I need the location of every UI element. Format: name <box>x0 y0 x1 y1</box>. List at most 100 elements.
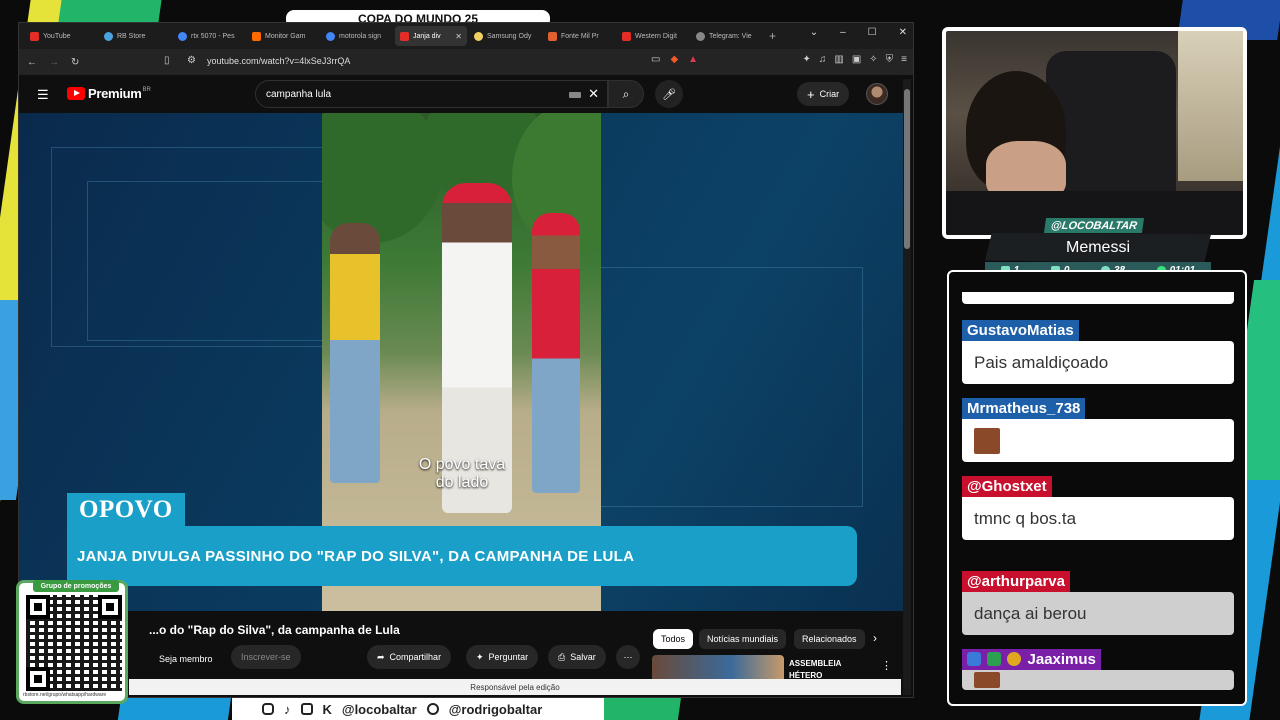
chat-panel: GustavoMatias Pais amaldiçoado Mrmatheus… <box>947 270 1247 706</box>
chat-message: @arthurparva dança ai berou <box>962 571 1234 635</box>
save-icon: ⎙ <box>558 651 566 662</box>
tab-favicon-icon <box>696 31 705 41</box>
chip-label: Relacionados <box>802 634 857 644</box>
more-actions-button[interactable]: ⋯ <box>616 645 640 669</box>
chat-username: @arthurparva <box>962 571 1070 592</box>
chat-text: Pais amaldiçoado <box>962 341 1234 384</box>
subscribe-button[interactable]: Inscrever-se <box>231 645 301 669</box>
qr-finder <box>26 667 50 691</box>
page-scrollbar[interactable] <box>903 79 911 695</box>
extensions-icon[interactable]: ✦ <box>802 54 810 65</box>
tab-favicon-icon <box>548 31 557 41</box>
browser-tab[interactable]: Samsung Ody <box>469 26 541 46</box>
url-field[interactable]: youtube.com/watch?v=4lxSeJ3rrQA <box>207 56 350 66</box>
news-headline: JANJA DIVULGA PASSINHO DO "RAP DO SILVA"… <box>67 526 857 586</box>
browser-tab-active[interactable]: Janja div ✕ <box>395 26 467 46</box>
new-tab-icon[interactable]: + <box>769 29 776 43</box>
voice-search-button[interactable]: 🎤︎ <box>655 80 683 108</box>
browser-tab[interactable]: Telegram: Vie <box>691 26 763 46</box>
instagram-icon <box>262 703 274 715</box>
tab-label: rtx 5070 - Pes <box>191 32 235 40</box>
menu-icon[interactable]: ≡ <box>901 54 907 65</box>
chat-body <box>962 670 1234 690</box>
cast-icon[interactable]: ▭ <box>651 54 660 65</box>
webcam-feed <box>942 27 1247 239</box>
browser-tab[interactable]: RB Store <box>99 26 171 46</box>
video-title: ...o do "Rap do Silva", da campanha de L… <box>149 623 400 637</box>
qr-promo: Grupo de promoções rbstore.net/grupo/wha… <box>16 580 128 704</box>
tab-label: RB Store <box>117 32 146 40</box>
ask-label: Perguntar <box>488 652 529 662</box>
back-icon[interactable]: ← <box>27 57 37 68</box>
brave-shield-icon[interactable]: ◆ <box>670 54 678 65</box>
wallet-icon[interactable]: ▣ <box>852 54 861 65</box>
rewards-icon[interactable]: ▲ <box>688 54 698 65</box>
tab-label: Samsung Ody <box>487 32 532 40</box>
logo-text: Premium <box>88 86 142 101</box>
close-window-icon[interactable]: ✕ <box>899 27 907 38</box>
bits-badge-icon <box>1007 652 1022 666</box>
video-player[interactable]: O povo tava do lado OPOVO JANJA DIVULGA … <box>19 113 903 611</box>
browser-tab[interactable]: Monitor Gam <box>247 26 319 46</box>
previous-message-bubble <box>962 292 1234 304</box>
chevron-right-icon[interactable]: › <box>873 631 877 645</box>
browser-tab[interactable]: Fonte Mil Pr <box>543 26 615 46</box>
save-button[interactable]: ⎙ Salvar <box>548 645 606 669</box>
chat-message: @Ghostxet tmnc q bos.ta <box>962 476 1234 540</box>
search-button[interactable]: ⌕ <box>608 80 644 108</box>
keyboard-icon[interactable] <box>569 92 581 98</box>
music-icon[interactable]: ♫ <box>819 54 827 65</box>
chat-body <box>962 419 1234 462</box>
social-bar: ♪ K @locobaltar @rodrigobaltar <box>232 698 604 720</box>
browser-tab[interactable]: motorola sign <box>321 26 393 46</box>
chip-world-news[interactable]: Notícias mundiais <box>699 629 787 649</box>
share-button[interactable]: ➦ Compartilhar <box>367 645 452 669</box>
chip-all[interactable]: Todos <box>653 629 694 649</box>
youtube-header: ☰ Premium BR campanha lula ✕ ⌕ 🎤︎ + Criar <box>19 75 903 113</box>
browser-tab[interactable]: YouTube <box>25 26 97 46</box>
create-button[interactable]: + Criar <box>797 82 850 106</box>
close-tab-icon[interactable]: ✕ <box>455 32 462 41</box>
toolbar-icons: ✦ ♫ ▥ ▣ ✧ ⛨ ≡ <box>802 54 907 65</box>
scroll-thumb[interactable] <box>904 89 910 249</box>
sparkle-icon: ✦ <box>476 651 484 662</box>
kebab-menu-icon[interactable]: ⋮ <box>881 659 892 672</box>
minimize-icon[interactable]: – <box>840 27 846 38</box>
share-label: Compartilhar <box>389 652 442 662</box>
ask-button[interactable]: ✦ Perguntar <box>466 645 539 669</box>
tab-list-icon[interactable]: ⌄ <box>810 27 818 38</box>
tab-label: motorola sign <box>339 32 382 40</box>
sidebar-icon[interactable]: ▥ <box>834 54 843 65</box>
reload-icon[interactable]: ↻ <box>71 57 79 68</box>
site-settings-icon[interactable]: ⚙ <box>187 55 196 66</box>
maximize-icon[interactable]: ☐ <box>868 27 877 38</box>
join-button[interactable]: Seja membro <box>149 647 223 671</box>
tab-favicon-icon <box>252 31 261 41</box>
clear-search-icon[interactable]: ✕ <box>588 86 599 102</box>
streamer-nickname: Memessi <box>985 233 1211 263</box>
browser-tab[interactable]: rtx 5070 - Pes <box>173 26 245 46</box>
bookmark-icon[interactable]: ▯ <box>164 55 170 66</box>
account-avatar[interactable] <box>866 83 888 105</box>
window-controls: ⌄ – ☐ ✕ <box>810 27 907 38</box>
search-input[interactable]: campanha lula ✕ <box>255 80 608 108</box>
leo-icon[interactable]: ✧ <box>869 54 877 65</box>
browser-window: YouTube RB Store rtx 5070 - Pes Monitor … <box>18 22 914 698</box>
tab-favicon-icon <box>400 31 409 41</box>
chip-related[interactable]: Relacionados <box>794 629 865 649</box>
video-subtitle: O povo tava do lado <box>402 456 522 492</box>
tiktok-icon: ♪ <box>284 701 291 717</box>
tab-favicon-icon <box>104 31 113 41</box>
guide-menu-icon[interactable]: ☰ <box>37 87 49 103</box>
forward-icon[interactable]: → <box>49 57 59 68</box>
video-info: ...o do "Rap do Silva", da campanha de L… <box>19 611 903 697</box>
more-icon: ⋯ <box>623 651 633 662</box>
youtube-logo[interactable]: Premium BR <box>67 86 151 101</box>
browser-tab[interactable]: Western Digit <box>617 26 689 46</box>
meme-face-emote <box>974 427 1000 454</box>
tab-label: Western Digit <box>635 32 677 40</box>
chat-text: tmnc q bos.ta <box>962 497 1234 540</box>
qr-url: rbstore.net/grupo/whatsapp/hardware <box>23 692 107 698</box>
vpn-icon[interactable]: ⛨ <box>886 54 894 65</box>
social-handle: @locobaltar <box>341 701 417 717</box>
